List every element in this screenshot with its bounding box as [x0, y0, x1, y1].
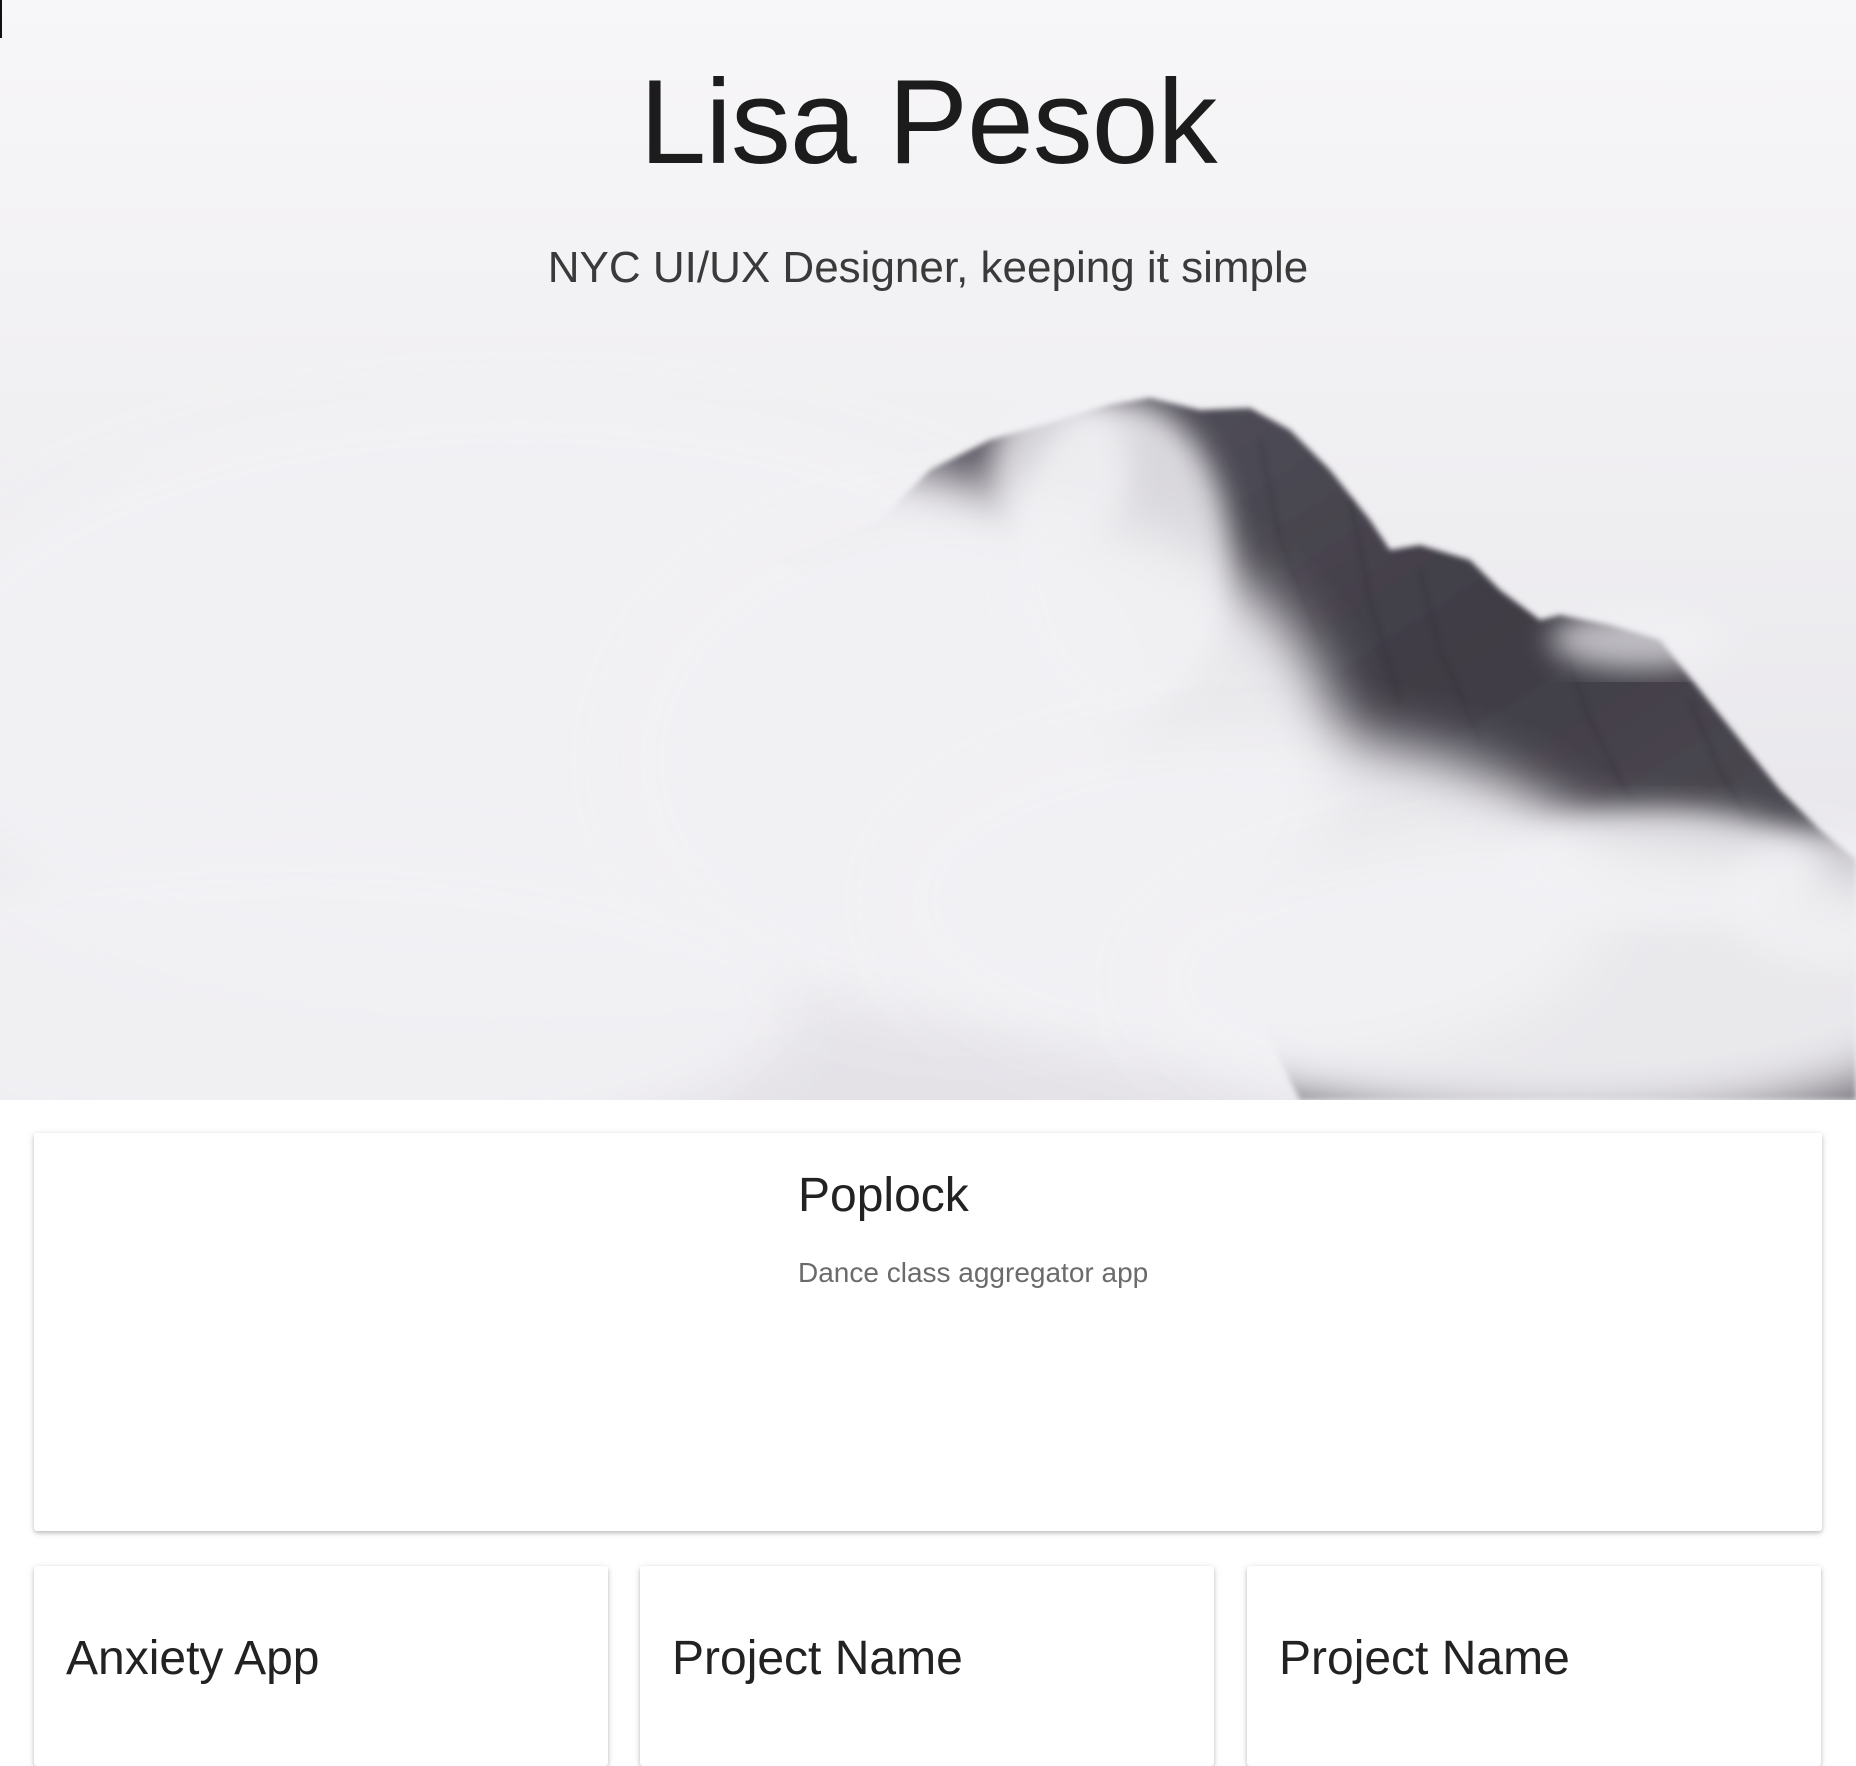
- project-card-featured[interactable]: Poplock Dance class aggregator app: [34, 1133, 1822, 1531]
- project-title: Poplock: [798, 1169, 969, 1222]
- project-title: Project Name: [1279, 1632, 1570, 1685]
- project-title: Project Name: [672, 1632, 963, 1685]
- page-title: Lisa Pesok: [639, 55, 1218, 189]
- project-description: Dance class aggregator app: [798, 1257, 1149, 1288]
- project-card-anxiety-app[interactable]: Anxiety App: [34, 1566, 608, 1766]
- project-card-2[interactable]: Project Name: [640, 1566, 1214, 1766]
- window-edge-marker: [0, 0, 2, 38]
- page-subtitle: NYC UI/UX Designer, keeping it simple: [547, 243, 1309, 292]
- project-title: Anxiety App: [66, 1632, 320, 1685]
- project-card-3[interactable]: Project Name: [1247, 1566, 1821, 1766]
- hero-section: Lisa Pesok NYC UI/UX Designer, keeping i…: [0, 0, 1856, 1100]
